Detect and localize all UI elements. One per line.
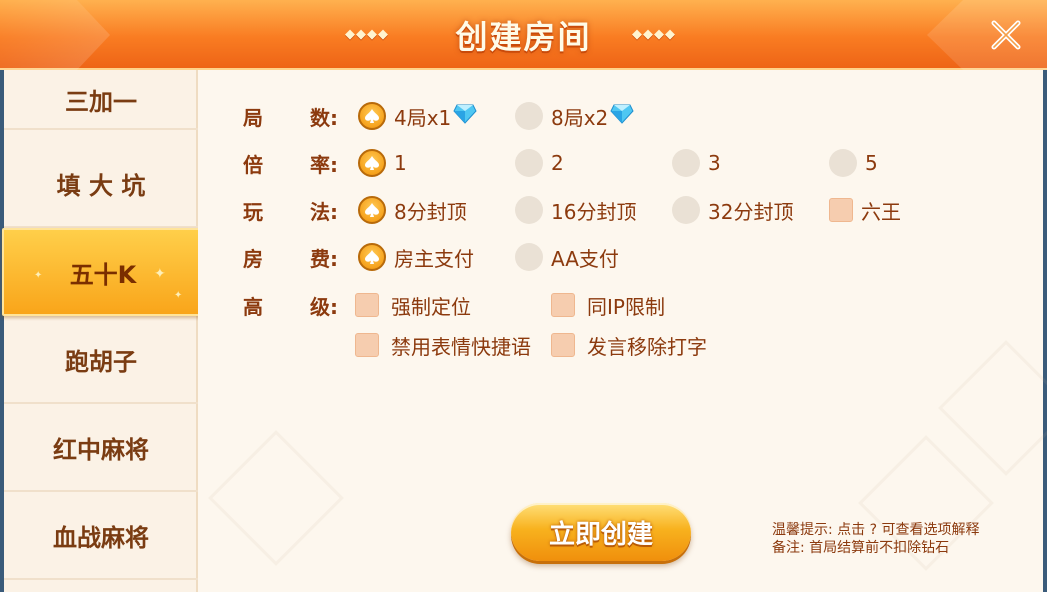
sidebar-item-label: 跑胡子 (65, 347, 137, 376)
option-label-multiplier: 倍 率: (243, 153, 338, 177)
sidebar-item-label: 填 大 坑 (56, 171, 146, 200)
radio-selected-indicator (358, 102, 386, 130)
sparkle-icon: ✦ (174, 290, 183, 301)
checkbox-disable-emotes[interactable]: 禁用表情快捷语 (355, 329, 531, 361)
radio-unselected-indicator (515, 196, 543, 224)
sidebar-item-label: 三加一 (65, 87, 137, 116)
radio-rounds-8[interactable]: 8局x2 (515, 100, 634, 132)
diamond-gem-icon (610, 104, 634, 128)
option-row-advanced-2: 禁用表情快捷语 发言移除打字 (198, 329, 1043, 361)
checkbox-remove-typing[interactable]: 发言移除打字 (551, 329, 707, 361)
option-label-fee: 房 费: (243, 247, 338, 271)
option-row-rounds: 局 数: 4局x1 8局x2 (198, 100, 1043, 132)
sidebar-item-label: 血战麻将 (53, 523, 149, 552)
radio-multiplier-3[interactable]: 3 (672, 147, 721, 179)
radio-multiplier-1[interactable]: 1 (358, 147, 407, 179)
page-title: 创建房间 (455, 18, 592, 56)
checkbox-box (355, 333, 379, 357)
radio-selected-indicator (358, 196, 386, 224)
sidebar-item-paohuzi[interactable]: 跑胡子 (4, 316, 198, 404)
spade-icon (365, 250, 379, 264)
room-options-panel: 局 数: 4局x1 8局x2 倍 率: 1 2 3 5 玩 法: 8分封顶 16… (198, 70, 1047, 592)
sidebar-item-tiandakeng[interactable]: 填 大 坑 (4, 140, 198, 228)
sidebar-item-sanjiayi[interactable]: 三加一 (4, 70, 198, 130)
title-bar: ◆◆◆◆ 创建房间 ◆◆◆◆ (0, 0, 1047, 70)
spade-icon (365, 203, 379, 217)
sidebar-item-label: 五十K (69, 260, 137, 289)
hint-line-note: 备注: 首局结算前不扣除钻石 (772, 540, 950, 556)
spade-icon (365, 109, 379, 123)
radio-unselected-indicator (672, 196, 700, 224)
radio-unselected-indicator (515, 243, 543, 271)
checkbox-box (551, 333, 575, 357)
sidebar-item-hongzhong-mahjong[interactable]: 红中麻将 (4, 404, 198, 492)
sidebar-item-wushik[interactable]: ✦ ✦ ✦ 五十K (2, 228, 204, 316)
background-watermark (208, 430, 344, 566)
option-label-advanced: 高 级: (243, 295, 338, 319)
radio-selected-indicator (358, 149, 386, 177)
spade-icon (365, 156, 379, 170)
radio-unselected-indicator (672, 149, 700, 177)
option-label-rounds: 局 数: (243, 106, 338, 130)
radio-multiplier-5[interactable]: 5 (829, 147, 878, 179)
sidebar-item-xuezhan-mahjong[interactable]: 血战麻将 (4, 492, 198, 580)
radio-unselected-indicator (515, 102, 543, 130)
close-button[interactable] (985, 14, 1027, 56)
close-x-icon (991, 20, 1021, 50)
checkbox-six-kings[interactable]: 六王 (829, 194, 901, 226)
option-row-play: 玩 法: 8分封顶 16分封顶 32分封顶 六王 (198, 194, 1043, 226)
radio-fee-aa[interactable]: AA支付 (515, 241, 619, 273)
radio-unselected-indicator (515, 149, 543, 177)
checkbox-force-location[interactable]: 强制定位 (355, 289, 471, 321)
title-decoration-right: ◆◆◆◆ (632, 27, 676, 42)
checkbox-same-ip-limit[interactable]: 同IP限制 (551, 289, 665, 321)
diamond-gem-icon (453, 104, 477, 128)
radio-rounds-4[interactable]: 4局x1 (358, 100, 477, 132)
create-room-button[interactable]: 立即创建 (511, 503, 691, 561)
option-label-play: 玩 法: (243, 200, 338, 224)
hint-text: 温馨提示: 点击 ? 可查看选项解释 备注: 首局结算前不扣除钻石 (772, 521, 980, 557)
radio-multiplier-2[interactable]: 2 (515, 147, 564, 179)
option-row-advanced: 高 级: 强制定位 同IP限制 (198, 289, 1043, 321)
radio-play-16cap[interactable]: 16分封顶 (515, 194, 636, 226)
radio-play-8cap[interactable]: 8分封顶 (358, 194, 467, 226)
sparkle-icon: ✦ (34, 270, 43, 281)
option-row-fee: 房 费: 房主支付 AA支付 (198, 241, 1043, 273)
radio-play-32cap[interactable]: 32分封顶 (672, 194, 793, 226)
sidebar-item-label: 红中麻将 (53, 435, 149, 464)
radio-fee-owner[interactable]: 房主支付 (358, 241, 474, 273)
radio-unselected-indicator (829, 149, 857, 177)
hint-line-tip: 温馨提示: 点击 ? 可查看选项解释 (772, 522, 980, 538)
checkbox-box (829, 198, 853, 222)
game-type-sidebar: 三加一 填 大 坑 ✦ ✦ ✦ 五十K 跑胡子 红中麻将 血战麻将 (2, 70, 204, 592)
checkbox-box (551, 293, 575, 317)
radio-selected-indicator (358, 243, 386, 271)
sparkle-icon: ✦ (154, 266, 166, 282)
checkbox-box (355, 293, 379, 317)
option-row-multiplier: 倍 率: 1 2 3 5 (198, 147, 1043, 179)
